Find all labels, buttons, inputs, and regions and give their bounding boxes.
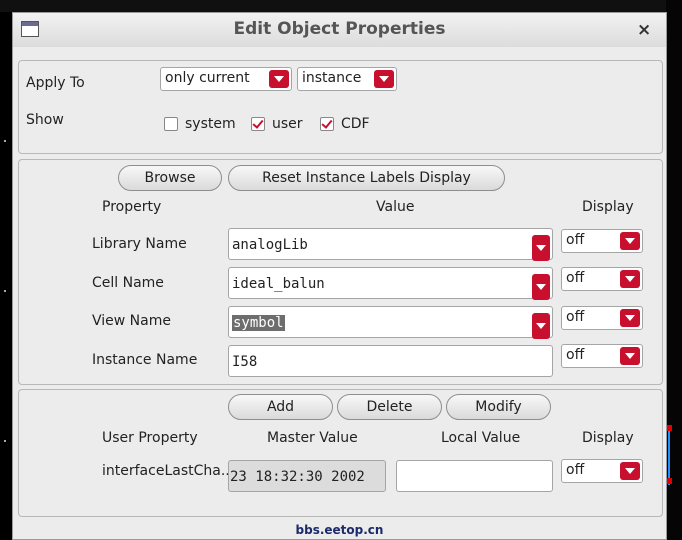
browse-button[interactable]: Browse bbox=[118, 165, 222, 191]
value-column-header: Value bbox=[376, 199, 415, 215]
chevron-down-icon bbox=[532, 235, 550, 261]
chevron-down-icon bbox=[532, 313, 550, 339]
grid-dot bbox=[4, 140, 6, 142]
library-name-display-select[interactable]: off bbox=[561, 229, 643, 253]
instance-name-label: Instance Name bbox=[92, 352, 198, 368]
property-column-header: Property bbox=[102, 199, 162, 215]
user-property-column-header: User Property bbox=[102, 430, 198, 446]
add-button[interactable]: Add bbox=[228, 394, 333, 420]
view-name-label: View Name bbox=[92, 313, 171, 329]
schematic-wire bbox=[668, 425, 678, 485]
instance-properties-panel: Browse Reset Instance Labels Display Pro… bbox=[18, 159, 663, 385]
library-name-label: Library Name bbox=[92, 236, 187, 252]
cell-name-display-value: off bbox=[566, 270, 585, 286]
cell-name-value: ideal_balun bbox=[232, 276, 325, 292]
delete-button[interactable]: Delete bbox=[337, 394, 442, 420]
cell-name-label: Cell Name bbox=[92, 275, 164, 291]
chevron-down-icon bbox=[374, 70, 394, 88]
chevron-down-icon bbox=[620, 347, 640, 365]
user-property-name: interfaceLastCha.. bbox=[102, 463, 230, 479]
show-user-label: user bbox=[272, 116, 303, 132]
view-name-combo[interactable]: symbol bbox=[228, 306, 553, 339]
view-name-value: symbol bbox=[232, 315, 285, 331]
reset-instance-labels-button[interactable]: Reset Instance Labels Display bbox=[228, 165, 505, 191]
library-name-display-value: off bbox=[566, 232, 585, 248]
apply-to-type-select[interactable]: instance bbox=[297, 67, 397, 91]
chevron-down-icon bbox=[620, 462, 640, 480]
apply-to-scope-select[interactable]: only current bbox=[160, 67, 292, 91]
view-name-display-value: off bbox=[566, 309, 585, 325]
background-window-strip bbox=[0, 0, 682, 12]
user-property-display-value: off bbox=[566, 462, 585, 478]
display-column-header: Display bbox=[582, 199, 634, 215]
show-cdf-label: CDF bbox=[341, 116, 370, 132]
chevron-down-icon bbox=[269, 70, 289, 88]
instance-name-display-select[interactable]: off bbox=[561, 344, 643, 368]
cell-name-display-select[interactable]: off bbox=[561, 267, 643, 291]
display-column-header: Display bbox=[582, 430, 634, 446]
local-value-column-header: Local Value bbox=[441, 430, 521, 446]
master-value-text: 23 18:32:30 2002 bbox=[230, 469, 365, 485]
master-value-field: 23 18:32:30 2002 bbox=[228, 460, 386, 492]
apply-to-label: Apply To bbox=[26, 75, 85, 91]
chevron-down-icon bbox=[532, 274, 550, 300]
chevron-down-icon bbox=[620, 309, 640, 327]
instance-name-display-value: off bbox=[566, 347, 585, 363]
view-name-display-select[interactable]: off bbox=[561, 306, 643, 330]
title-bar[interactable]: Edit Object Properties × bbox=[13, 13, 666, 47]
show-user-checkbox[interactable] bbox=[251, 117, 265, 131]
library-name-combo[interactable]: analogLib bbox=[228, 228, 553, 261]
master-value-column-header: Master Value bbox=[267, 430, 358, 446]
show-system-checkbox[interactable] bbox=[164, 117, 178, 131]
user-property-display-select[interactable]: off bbox=[561, 459, 643, 483]
show-cdf-checkbox[interactable] bbox=[320, 117, 334, 131]
close-icon[interactable]: × bbox=[637, 20, 651, 40]
show-label: Show bbox=[26, 112, 64, 128]
edit-object-properties-dialog: Edit Object Properties × Apply To only c… bbox=[12, 12, 667, 540]
watermark: bbs.eetop.cn bbox=[295, 523, 384, 537]
dialog-title: Edit Object Properties bbox=[233, 19, 446, 39]
modify-button[interactable]: Modify bbox=[446, 394, 551, 420]
apply-to-scope-value: only current bbox=[165, 70, 250, 86]
apply-to-type-value: instance bbox=[302, 70, 362, 86]
grid-dot bbox=[4, 290, 6, 292]
chevron-down-icon bbox=[620, 232, 640, 250]
library-name-value: analogLib bbox=[232, 237, 308, 253]
grid-dot bbox=[4, 440, 6, 442]
instance-name-input[interactable]: I58 bbox=[228, 345, 553, 377]
user-properties-panel: Add Delete Modify User Property Master V… bbox=[18, 389, 663, 517]
show-system-label: system bbox=[185, 116, 236, 132]
instance-name-value: I58 bbox=[232, 354, 258, 370]
chevron-down-icon bbox=[620, 270, 640, 288]
apply-show-panel: Apply To only current instance Show syst… bbox=[18, 60, 663, 154]
cell-name-combo[interactable]: ideal_balun bbox=[228, 267, 553, 300]
local-value-input[interactable] bbox=[396, 460, 553, 492]
